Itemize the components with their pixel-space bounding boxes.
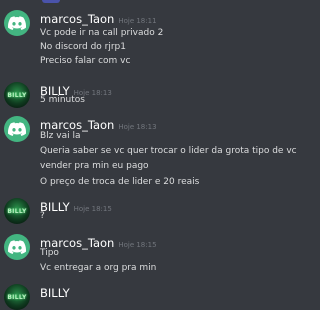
chat-messages: marcos_Taon Hoje 18:11 Vc pode ir na call… [0,0,297,310]
message-header: BILLY [40,282,70,301]
message-text: ? [40,211,45,221]
message-text: Tipo [40,248,59,258]
username[interactable]: marcos_Taon [40,118,114,132]
avatar-logo-text: BILLY [7,207,27,215]
message-text: No discord do rjrp1 [40,42,126,52]
discord-logo-icon [8,240,26,254]
message-text: Vc pode ir na call privado 2 [40,28,164,38]
message-text: Blz vai la [40,131,81,141]
message-text: Preciso falar com vc [40,56,131,66]
avatar[interactable] [4,234,30,260]
message-text: vender pra min eu pago [40,161,149,171]
username[interactable]: marcos_Taon [40,12,114,26]
message-text: O preço de troca de lider e 20 reais [40,177,200,187]
avatar-logo-text: BILLY [7,91,27,99]
message-text: Queria saber se vc quer trocar o lider d… [40,146,297,156]
top-edge [0,0,288,5]
message-header: BILLY Hoje 18:15 [40,196,112,215]
message-text: 5 minutos [40,95,85,105]
discord-logo-icon [8,16,26,30]
avatar[interactable] [4,10,30,36]
avatar[interactable] [4,116,30,142]
message-header: marcos_Taon Hoje 18:11 [40,8,157,27]
timestamp: Hoje 18:15 [118,241,157,249]
avatar[interactable]: BILLY [4,82,30,108]
timestamp: Hoje 18:11 [118,17,157,25]
discord-logo-icon [8,122,26,136]
username[interactable]: BILLY [40,286,70,300]
avatar[interactable]: BILLY [4,198,30,224]
top-partial-element [42,0,60,3]
timestamp: Hoje 18:13 [118,123,157,131]
timestamp: Hoje 18:15 [73,205,112,213]
message-text: Vc entregar a org pra min [40,263,157,273]
avatar-logo-text: BILLY [7,293,27,301]
